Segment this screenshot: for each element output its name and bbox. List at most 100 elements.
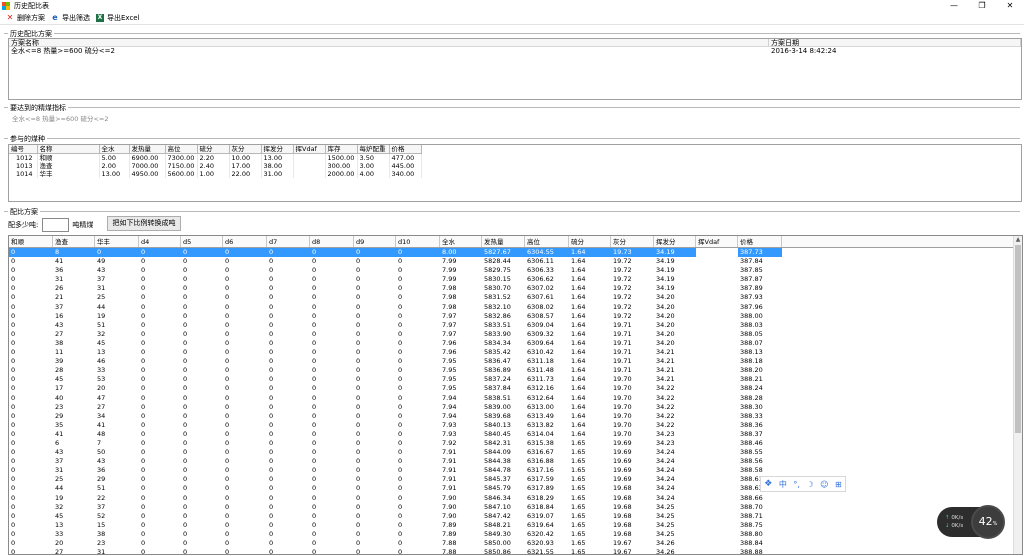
coal-row[interactable]: 1012 和顺 5.00 6900.00 7300.00 2.20 10.00 13.00 15… xyxy=(9,153,422,162)
scroll-thumb[interactable] xyxy=(1015,245,1021,433)
coal-row[interactable]: 1014 华丰 13.00 4950.00 5600.00 1.00 22.00 31.00 2… xyxy=(9,170,422,178)
grid-col-header[interactable]: 挥Vdaf xyxy=(696,236,738,247)
grid-col-header[interactable]: d6 xyxy=(223,236,267,247)
tons-input[interactable] xyxy=(42,218,70,232)
coal-col-header[interactable]: 每炉配重 xyxy=(357,145,390,154)
history-list[interactable]: 方案名称 方案日期 全水<=8 热量>=600 硫分<=2 2016-3-14 … xyxy=(8,38,1022,100)
grid-col-header[interactable]: d7 xyxy=(267,236,310,247)
grid-row[interactable]: 0 40 47 0 0 0 0 0 0 0 7.94 5838.51 6312.64 1.64 19.70 3… xyxy=(9,394,1013,403)
grid-row[interactable]: 0 27 32 0 0 0 0 0 0 0 7.97 5833.90 6309.32 1.64 19.71 3… xyxy=(9,330,1013,339)
grid-col-header[interactable]: 价格 xyxy=(738,236,782,247)
coal-col-header[interactable]: 发热量 xyxy=(129,145,166,154)
ime-paw-icon[interactable]: ❖ xyxy=(764,479,772,489)
memory-percent[interactable]: 42% xyxy=(971,505,1005,539)
grid-row[interactable]: 0 37 44 0 0 0 0 0 0 0 7.98 5832.10 6308.02 1.64 19.72 3… xyxy=(9,303,1013,312)
ime-item[interactable]: ☽ xyxy=(806,480,813,489)
coal-col-header[interactable]: 库存 xyxy=(325,145,358,154)
coal-col-header[interactable]: 挥发分 xyxy=(261,145,294,154)
grid-row[interactable]: 0 23 27 0 0 0 0 0 0 0 7.94 5839.00 6313.00 1.64 19.70 3… xyxy=(9,403,1013,412)
grid-col-header[interactable]: 发热量 xyxy=(482,236,525,247)
coal-col-header[interactable]: 挥Vdaf xyxy=(293,145,326,154)
grid-cell: 0 xyxy=(398,548,403,554)
grid-row[interactable]: 0 43 50 0 0 0 0 0 0 0 7.91 5844.09 6316.67 1.65 19.69 3… xyxy=(9,448,1013,457)
grid-body[interactable]: 0 8 0 0 0 0 0 0 0 0 8.00 5827.67 6304.55 1.64 19.73 34.… xyxy=(9,248,1013,554)
grid-row[interactable]: 0 45 52 0 0 0 0 0 0 0 7.90 5847.42 6319.07 1.65 19.68 3… xyxy=(9,512,1013,521)
grid-row[interactable]: 0 44 51 0 0 0 0 0 0 0 7.91 5845.79 6317.89 1.65 19.68 3… xyxy=(9,484,1013,493)
ime-toolbar[interactable]: ❖ 中 °, ☽ ☺ ⊞ xyxy=(760,476,846,492)
col-scheme-date[interactable]: 方案日期 xyxy=(769,39,1021,47)
grid-row[interactable]: 0 27 31 0 0 0 0 0 0 0 7.88 5850.86 6321.55 1.65 19.67 3… xyxy=(9,548,1013,554)
grid-row[interactable]: 0 45 53 0 0 0 0 0 0 0 7.95 5837.24 6311.73 1.64 19.70 3… xyxy=(9,375,1013,384)
grid-row[interactable]: 0 21 25 0 0 0 0 0 0 0 7.98 5831.52 6307.61 1.64 19.72 3… xyxy=(9,293,1013,302)
grid-row[interactable]: 0 29 34 0 0 0 0 0 0 0 7.94 5839.68 6313.49 1.64 19.70 3… xyxy=(9,412,1013,421)
maximize-button[interactable]: ❐ xyxy=(968,0,996,12)
coals-list[interactable]: 编号 名称 全水 发热量 高位 硫分 灰分 挥发分 挥Vdaf 库存 每炉配重 价格 1012 和顺 5.0… xyxy=(8,144,1022,202)
convert-to-tons-button[interactable]: 把如下比例转换成吨 xyxy=(107,216,181,231)
grid-row[interactable]: 0 41 48 0 0 0 0 0 0 0 7.93 5840.45 6314.04 1.64 19.70 3… xyxy=(9,430,1013,439)
ime-item[interactable]: °, xyxy=(793,480,800,489)
grid-row[interactable]: 0 11 13 0 0 0 0 0 0 0 7.96 5835.42 6310.42 1.64 19.71 3… xyxy=(9,348,1013,357)
export-filter-button[interactable]: e 导出筛选 xyxy=(51,13,90,24)
grid-row[interactable]: 0 33 38 0 0 0 0 0 0 0 7.89 5849.30 6320.42 1.65 19.68 3… xyxy=(9,530,1013,539)
grid-row[interactable]: 0 28 33 0 0 0 0 0 0 0 7.95 5836.89 6311.48 1.64 19.71 3… xyxy=(9,366,1013,375)
grid-row[interactable]: 0 26 31 0 0 0 0 0 0 0 7.98 5830.70 6307.02 1.64 19.72 3… xyxy=(9,284,1013,293)
grid-row[interactable]: 0 17 20 0 0 0 0 0 0 0 7.95 5837.84 6312.16 1.64 19.70 3… xyxy=(9,384,1013,393)
grid-col-header[interactable]: 硫分 xyxy=(569,236,611,247)
grid-col-header[interactable]: 高位 xyxy=(525,236,569,247)
grid-row[interactable]: 0 35 41 0 0 0 0 0 0 0 7.93 5840.13 6313.82 1.64 19.70 3… xyxy=(9,421,1013,430)
grid-cell: 34.21 xyxy=(656,357,675,366)
grid-row[interactable]: 0 41 49 0 0 0 0 0 0 0 7.99 5828.44 6306.11 1.64 19.72 3… xyxy=(9,257,1013,266)
scroll-up-icon[interactable]: ▲ xyxy=(1014,236,1022,244)
grid-col-header[interactable]: d8 xyxy=(310,236,354,247)
grid-row[interactable]: 0 37 43 0 0 0 0 0 0 0 7.91 5844.38 6316.88 1.65 19.69 3… xyxy=(9,457,1013,466)
grid-row[interactable]: 0 36 43 0 0 0 0 0 0 0 7.99 5829.75 6306.33 1.64 19.72 3… xyxy=(9,266,1013,275)
ime-item[interactable]: ☺ xyxy=(820,480,828,489)
grid-row[interactable]: 0 31 37 0 0 0 0 0 0 0 7.99 5830.15 6306.62 1.64 19.72 3… xyxy=(9,275,1013,284)
grid-row[interactable]: 0 31 36 0 0 0 0 0 0 0 7.91 5844.78 6317.16 1.65 19.69 3… xyxy=(9,466,1013,475)
coal-col-header[interactable]: 全水 xyxy=(99,145,130,154)
grid-cell: 0 xyxy=(312,357,317,366)
ime-item[interactable]: 中 xyxy=(779,479,787,490)
grid-cell: 0 xyxy=(398,484,403,493)
grid-row[interactable]: 0 6 7 0 0 0 0 0 0 0 7.92 5842.31 6315.38 1.65 19.69 34.… xyxy=(9,439,1013,448)
grid-col-header[interactable]: 挥发分 xyxy=(654,236,696,247)
grid-col-header[interactable]: 全水 xyxy=(440,236,482,247)
coal-col-header[interactable]: 名称 xyxy=(37,145,100,154)
grid-col-header[interactable]: d4 xyxy=(139,236,181,247)
col-scheme-name[interactable]: 方案名称 xyxy=(9,39,769,47)
grid-row[interactable]: 0 32 37 0 0 0 0 0 0 0 7.90 5847.10 6318.84 1.65 19.68 3… xyxy=(9,503,1013,512)
export-excel-button[interactable]: X 导出Excel xyxy=(96,13,140,24)
grid-col-header[interactable]: 渔查 xyxy=(53,236,95,247)
grid-row[interactable]: 0 19 22 0 0 0 0 0 0 0 7.90 5846.34 6318.29 1.65 19.68 3… xyxy=(9,494,1013,503)
grid-col-header[interactable]: d5 xyxy=(181,236,223,247)
grid-row[interactable]: 0 8 0 0 0 0 0 0 0 0 8.00 5827.67 6304.55 1.64 19.73 34.… xyxy=(9,248,1013,258)
grid-row[interactable]: 0 20 23 0 0 0 0 0 0 0 7.88 5850.00 6320.93 1.65 19.67 3… xyxy=(9,539,1013,548)
grid-row[interactable]: 0 16 19 0 0 0 0 0 0 0 7.97 5832.86 6308.57 1.64 19.72 3… xyxy=(9,312,1013,321)
vertical-scrollbar[interactable]: ▲ xyxy=(1013,236,1022,554)
grid-col-header[interactable]: 灰分 xyxy=(611,236,654,247)
coal-col-header[interactable]: 高位 xyxy=(165,145,198,154)
grid-row[interactable]: 0 13 15 0 0 0 0 0 0 0 7.89 5848.21 6319.64 1.65 19.68 3… xyxy=(9,521,1013,530)
coal-col-header[interactable]: 编号 xyxy=(9,145,38,154)
mix-results-grid[interactable]: 和顺 渔查 华丰 d4 d5 d6 d7 d8 d9 d10 全水 发热量 高位 硫分 灰分 挥发分 挥Vdaf… xyxy=(8,235,1023,555)
close-button[interactable]: ✕ xyxy=(996,0,1024,12)
grid-cell: 51 xyxy=(97,484,106,493)
coal-col-header[interactable]: 硫分 xyxy=(197,145,230,154)
grid-col-header[interactable]: d9 xyxy=(354,236,396,247)
grid-row[interactable]: 0 38 45 0 0 0 0 0 0 0 7.96 5834.34 6309.64 1.64 19.71 3… xyxy=(9,339,1013,348)
grid-col-header[interactable]: 和顺 xyxy=(9,236,53,247)
grid-row[interactable]: 0 25 29 0 0 0 0 0 0 0 7.91 5845.37 6317.59 1.65 19.69 3… xyxy=(9,475,1013,484)
ime-item[interactable]: ⊞ xyxy=(835,480,842,489)
history-row[interactable]: 全水<=8 热量>=600 硫分<=2 2016-3-14 8:42:24 xyxy=(9,47,1021,56)
minimize-button[interactable]: — xyxy=(940,0,968,12)
grid-row[interactable]: 0 43 51 0 0 0 0 0 0 0 7.97 5833.51 6309.04 1.64 19.71 3… xyxy=(9,321,1013,330)
grid-col-header[interactable]: d10 xyxy=(396,236,440,247)
grid-col-header[interactable]: 华丰 xyxy=(95,236,139,247)
coal-row[interactable]: 1013 渔查 2.00 7000.00 7150.00 2.40 17.00 38.00 30… xyxy=(9,162,422,170)
delete-scheme-button[interactable]: ✕ 删除方案 xyxy=(6,13,45,24)
coal-col-header[interactable]: 价格 xyxy=(389,145,422,154)
net-speed-widget[interactable]: ↑ 0K/s ↓ 0K/s 42% xyxy=(937,505,1005,539)
grid-row[interactable]: 0 39 46 0 0 0 0 0 0 0 7.95 5836.47 6311.18 1.64 19.71 3… xyxy=(9,357,1013,366)
coal-col-header[interactable]: 灰分 xyxy=(229,145,262,154)
grid-cell: 0 xyxy=(269,529,274,538)
